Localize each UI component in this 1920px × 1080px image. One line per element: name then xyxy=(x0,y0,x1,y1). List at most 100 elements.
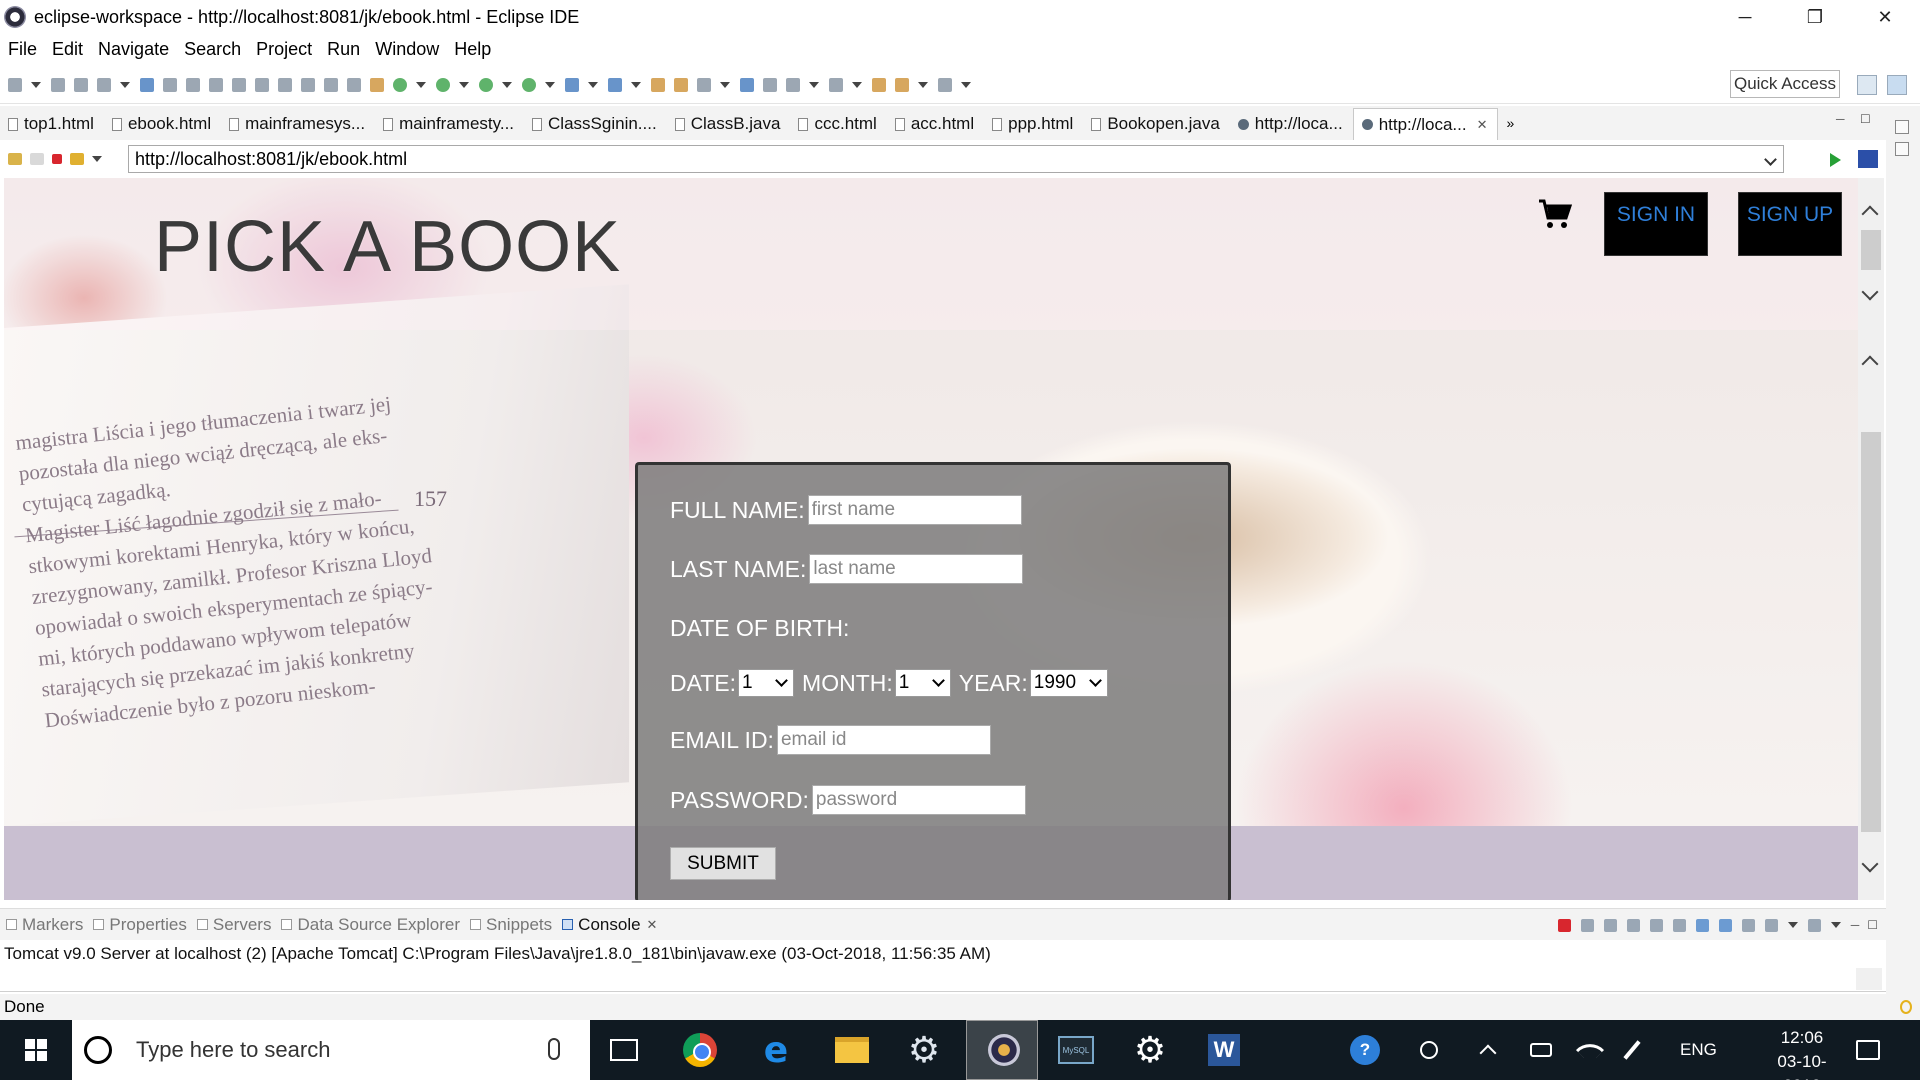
tab-acc-html[interactable]: acc.html xyxy=(887,108,984,140)
menu-project[interactable]: Project xyxy=(256,39,312,60)
tab-overflow-button[interactable]: » xyxy=(1506,115,1514,131)
scrollbar-thumb[interactable] xyxy=(1861,432,1881,832)
previous-annotation-icon[interactable] xyxy=(829,77,843,92)
chevron-down-icon[interactable] xyxy=(1830,922,1841,928)
disconnect-icon[interactable] xyxy=(255,77,269,92)
show-on-output-icon[interactable] xyxy=(1695,918,1709,932)
people-icon[interactable] xyxy=(1420,1020,1438,1080)
java-ee-perspective-icon[interactable] xyxy=(1887,75,1907,95)
cart-icon[interactable] xyxy=(1538,198,1572,230)
scroll-down-icon[interactable] xyxy=(1861,855,1879,873)
menu-search[interactable]: Search xyxy=(184,39,241,60)
edge-icon[interactable]: e xyxy=(756,1030,796,1071)
wifi-icon[interactable] xyxy=(1575,1020,1605,1080)
chevron-down-icon[interactable] xyxy=(120,81,130,88)
month-select[interactable]: 1 xyxy=(894,669,951,697)
battery-icon[interactable] xyxy=(1530,1020,1552,1080)
back-icon[interactable] xyxy=(8,153,22,165)
submit-button[interactable]: SUBMIT xyxy=(670,847,776,880)
tab-browser-1[interactable]: http://loca... xyxy=(1230,108,1353,140)
action-center-icon[interactable] xyxy=(1856,1040,1880,1060)
new-class-icon[interactable] xyxy=(608,77,622,92)
tab-mainframesys[interactable]: mainframesys... xyxy=(221,108,375,140)
last-name-input[interactable] xyxy=(809,554,1024,584)
tab-data-source-explorer[interactable]: Data Source Explorer xyxy=(281,915,460,935)
outline-view-icon[interactable] xyxy=(1895,142,1909,156)
first-name-input[interactable] xyxy=(807,495,1022,525)
tip-icon[interactable] xyxy=(1900,1000,1912,1014)
chevron-down-icon[interactable] xyxy=(961,81,971,88)
password-input[interactable] xyxy=(811,785,1026,815)
task-icon[interactable] xyxy=(370,77,384,92)
chevron-down-icon[interactable] xyxy=(545,81,555,88)
language-indicator[interactable]: ENG xyxy=(1680,1020,1717,1080)
new-icon[interactable] xyxy=(8,77,22,92)
suspend-icon[interactable] xyxy=(209,77,223,92)
open-type-icon[interactable] xyxy=(651,77,665,92)
tab-markers[interactable]: Markers xyxy=(6,915,83,935)
chevron-down-icon[interactable] xyxy=(852,81,862,88)
save-icon[interactable] xyxy=(51,77,65,92)
pin-console-icon[interactable] xyxy=(1741,918,1755,932)
menu-help[interactable]: Help xyxy=(454,39,491,60)
tab-classsginin[interactable]: ClassSginin.... xyxy=(524,108,667,140)
remove-all-icon[interactable] xyxy=(1603,918,1617,932)
menu-file[interactable]: File xyxy=(8,39,37,60)
chevron-down-icon[interactable] xyxy=(720,81,730,88)
go-icon[interactable] xyxy=(1830,153,1841,167)
terminate-icon[interactable] xyxy=(232,77,246,92)
tab-console[interactable]: Console ✕ xyxy=(562,915,657,935)
settings-icon[interactable]: ⚙ xyxy=(1130,1029,1170,1070)
chrome-icon[interactable] xyxy=(680,1030,720,1070)
scroll-up-icon[interactable] xyxy=(1861,205,1879,223)
save-all-icon[interactable] xyxy=(74,77,88,92)
chevron-down-icon[interactable] xyxy=(416,81,426,88)
scrollbar-thumb[interactable] xyxy=(1861,230,1881,270)
tab-servers[interactable]: Servers xyxy=(196,915,271,935)
menu-edit[interactable]: Edit xyxy=(52,39,83,60)
word-wrap-icon[interactable] xyxy=(1672,918,1686,932)
step-into-icon[interactable] xyxy=(278,77,292,92)
scroll-up-icon[interactable] xyxy=(1861,355,1879,373)
stop-icon[interactable] xyxy=(52,154,62,164)
chevron-down-icon[interactable] xyxy=(31,81,41,88)
pen-icon[interactable] xyxy=(1623,1020,1641,1080)
open-task-icon[interactable] xyxy=(674,77,688,92)
external-tools-icon[interactable] xyxy=(522,77,536,92)
console-icon[interactable] xyxy=(347,77,361,92)
maximize-editor-icon[interactable]: ☐ xyxy=(1860,112,1871,126)
menu-window[interactable]: Window xyxy=(375,39,439,60)
step-return-icon[interactable] xyxy=(324,77,338,92)
sign-in-button[interactable]: SIGN IN xyxy=(1604,192,1708,256)
coverage-icon[interactable] xyxy=(479,77,493,92)
terminal-icon[interactable] xyxy=(140,77,154,92)
url-input[interactable]: http://localhost:8081/jk/ebook.html xyxy=(128,145,1784,173)
file-explorer-icon[interactable] xyxy=(832,1030,872,1070)
help-tray-icon[interactable]: ? xyxy=(1350,1020,1380,1080)
quick-access-field[interactable]: Quick Access xyxy=(1730,70,1840,98)
scroll-down-icon[interactable] xyxy=(1861,283,1879,301)
remove-launch-icon[interactable] xyxy=(1580,918,1594,932)
tab-bookopen-java[interactable]: Bookopen.java xyxy=(1083,108,1229,140)
tab-browser-active[interactable]: http://loca... ✕ xyxy=(1352,108,1499,140)
settings-gear-app-icon[interactable]: ⚙ xyxy=(904,1029,944,1070)
close-icon[interactable]: ✕ xyxy=(647,917,658,933)
toggle-breakpoint-icon[interactable] xyxy=(163,77,177,92)
web-browser-icon[interactable] xyxy=(740,77,754,92)
chevron-down-icon[interactable] xyxy=(918,81,928,88)
chevron-down-icon[interactable] xyxy=(631,81,641,88)
start-button[interactable] xyxy=(0,1020,72,1080)
show-hidden-icons-icon[interactable] xyxy=(1479,1020,1497,1080)
minimize-button[interactable]: ─ xyxy=(1710,0,1780,34)
maximize-panel-icon[interactable]: ☐ xyxy=(1867,918,1878,932)
menu-navigate[interactable]: Navigate xyxy=(98,39,169,60)
tab-classb-java[interactable]: ClassB.java xyxy=(667,108,791,140)
menu-run[interactable]: Run xyxy=(327,39,360,60)
forward-icon[interactable] xyxy=(30,153,44,165)
minimize-editor-icon[interactable]: ─ xyxy=(1836,112,1845,126)
console-text-area[interactable] xyxy=(0,966,1886,992)
terminate-icon[interactable] xyxy=(1557,918,1571,932)
eclipse-taskbar-icon[interactable] xyxy=(966,1020,1038,1080)
page-scrollbar[interactable] xyxy=(1858,178,1884,900)
back-icon[interactable] xyxy=(895,77,909,92)
